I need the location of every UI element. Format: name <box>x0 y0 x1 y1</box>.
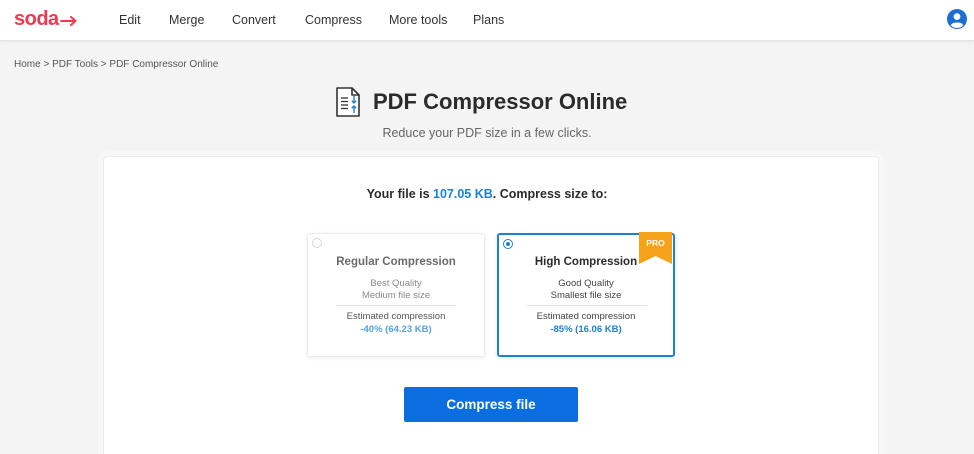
nav-edit[interactable]: Edit <box>119 13 141 27</box>
logo-text: soda <box>14 8 59 30</box>
option-name: High Compression <box>534 256 638 268</box>
high-compression-option[interactable]: PRO High Compression Good Quality Smalle… <box>497 232 675 357</box>
page-title: PDF Compressor Online <box>373 89 628 114</box>
option-file-size: Smallest file size <box>550 290 622 301</box>
file-size-prefix: Your file is <box>366 187 434 201</box>
estimate-label: Estimated compression <box>536 311 636 322</box>
option-quality: Good Quality <box>558 278 614 289</box>
file-size-line: Your file is 107.05 KB. Compress size to… <box>0 187 974 201</box>
pdf-compress-icon <box>336 87 360 117</box>
file-size-suffix: . Compress size to: <box>492 187 608 201</box>
regular-compression-radio[interactable] <box>312 238 322 248</box>
pro-badge-label: PRO <box>646 238 665 248</box>
high-compression-radio[interactable] <box>503 239 513 249</box>
option-divider <box>336 305 456 306</box>
page-title-area: PDF Compressor Online <box>335 86 627 118</box>
nav-plans[interactable]: Plans <box>473 13 504 27</box>
file-size-value: 107.05 KB <box>433 187 493 201</box>
soda-logo[interactable]: soda <box>14 8 78 31</box>
option-name: Regular Compression <box>336 256 456 268</box>
nav-convert[interactable]: Convert <box>232 13 276 27</box>
nav-merge[interactable]: Merge <box>169 13 204 27</box>
option-divider <box>527 305 647 306</box>
compress-file-button[interactable]: Compress file <box>404 387 578 422</box>
top-navigation-bar: soda Edit Merge Convert Compress More to… <box>0 0 974 41</box>
nav-compress[interactable]: Compress <box>305 13 362 27</box>
regular-compression-option[interactable]: Regular Compression Best Quality Medium … <box>307 233 485 357</box>
option-file-size: Medium file size <box>361 290 431 301</box>
estimate-value: -85% (16.06 KB) <box>550 324 622 335</box>
page-subtitle: Reduce your PDF size in a few clicks. <box>382 126 592 140</box>
user-avatar-icon[interactable] <box>947 9 967 29</box>
option-quality: Best Quality <box>370 278 422 289</box>
nav-more-tools[interactable]: More tools <box>389 13 447 27</box>
soda-arrow-icon <box>59 15 77 26</box>
estimate-value: -40% (64.23 KB) <box>360 324 432 335</box>
breadcrumb[interactable]: Home > PDF Tools > PDF Compressor Online <box>14 59 218 70</box>
estimate-label: Estimated compression <box>346 311 446 322</box>
